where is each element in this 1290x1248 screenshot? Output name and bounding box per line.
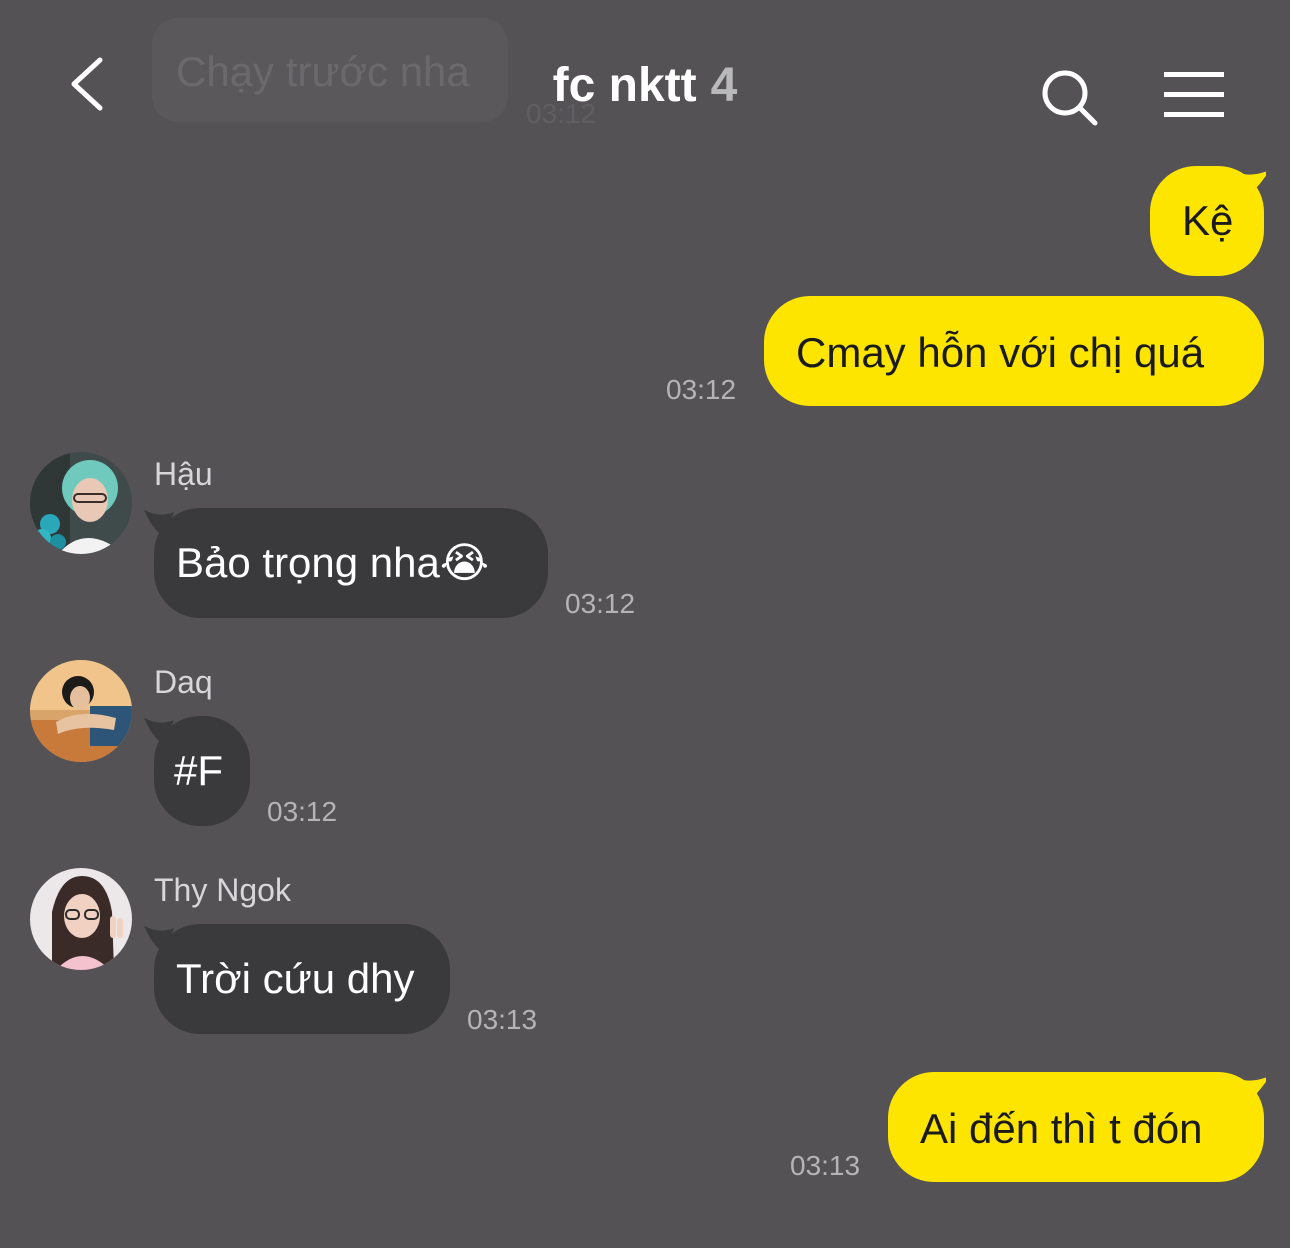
search-icon [1042,70,1098,126]
message-text: Ai đến thì t đón [920,1105,1203,1152]
avatar-hau[interactable] [30,452,132,554]
profile-photo [30,660,132,762]
avatar-daq[interactable] [30,660,132,762]
message-bubble[interactable]: #F [154,716,250,826]
message-bubble[interactable]: Ai đến thì t đón [888,1072,1264,1182]
message-time: 03:12 [565,588,636,619]
message-text: Bảo trọng nha😭 [176,539,489,586]
message-time: 03:13 [467,1004,538,1035]
message-time: 03:12 [267,796,338,827]
message-text: #F [174,747,224,794]
message-bubble[interactable]: Kệ [1150,166,1264,276]
message-time: 03:13 [790,1150,861,1181]
message-time: 03:12 [666,374,737,405]
sender-name: Daq [154,664,213,700]
profile-photo [30,452,132,554]
message-bubble[interactable]: Bảo trọng nha😭 [154,508,548,618]
chat-header: Chạy trước nha 03:12 fc nktt 4 [0,0,1290,150]
message-bubble[interactable]: Cmay hỗn với chị quá [764,296,1264,406]
message-bubble[interactable]: Trời cứu dhy [154,924,450,1034]
chat-title-name: fc nktt [552,59,697,112]
hamburger-menu-icon [1164,72,1224,117]
member-count: 4 [710,59,738,112]
profile-photo [30,868,132,970]
message-text: Cmay hỗn với chị quá [796,329,1205,376]
avatar-thy-ngok[interactable] [30,868,132,970]
sender-name: Thy Ngok [154,872,291,908]
message-text: Trời cứu dhy [176,955,415,1002]
menu-button[interactable] [1162,70,1226,120]
search-button[interactable] [1040,68,1100,128]
message-text: Kệ [1182,197,1234,244]
sender-name: Hậu [154,456,213,492]
message-list[interactable]: Kệ 03:12 Cmay hỗn với chị quá Hậu Bảo tr… [0,150,1290,1248]
